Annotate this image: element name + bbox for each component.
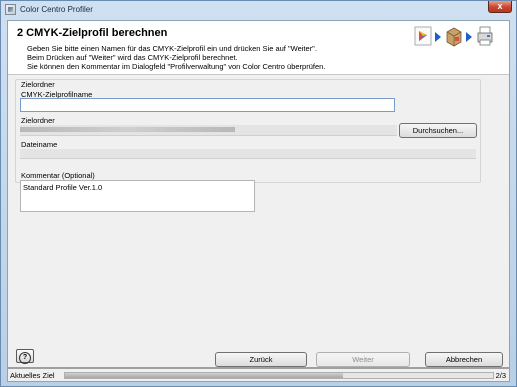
- box-icon: [446, 27, 462, 47]
- main-window: Color Centro Profiler x 2 CMYK-Zielprofi…: [0, 0, 517, 387]
- close-button[interactable]: x: [488, 1, 512, 13]
- filename-label: Dateiname: [21, 140, 58, 149]
- help-icon: ?: [19, 352, 31, 364]
- workflow-icons: [413, 24, 503, 50]
- progress-bar: [64, 372, 494, 379]
- instruction-line: Beim Drücken auf "Weiter" wird das CMYK-…: [27, 53, 238, 62]
- arrow-icon: [435, 32, 441, 42]
- printer-icon: [477, 26, 493, 46]
- step-title: 2 CMYK-Zielprofil berechnen: [17, 27, 168, 39]
- instruction-line: Geben Sie bitte einen Namen für das CMYK…: [27, 44, 317, 53]
- status-label: Aktuelles Ziel: [10, 371, 55, 380]
- folder-path-field: [20, 125, 397, 136]
- color-wheel-icon: [414, 26, 432, 46]
- next-button[interactable]: Weiter: [316, 352, 410, 367]
- group-label: Zielordner: [21, 80, 55, 89]
- instruction-line: Sie können den Kommentar im Dialogfeld "…: [27, 62, 326, 71]
- status-bar: Aktuelles Ziel 2/3: [7, 368, 510, 382]
- profile-name-input[interactable]: [20, 98, 395, 112]
- wizard-panel: 2 CMYK-Zielprofil berechnen Geben Sie bi…: [7, 20, 510, 368]
- back-button[interactable]: Zurück: [215, 352, 307, 367]
- arrow-icon: [466, 32, 472, 42]
- cancel-button[interactable]: Abbrechen: [425, 352, 503, 367]
- folder-path-redacted: [20, 127, 235, 132]
- app-icon: [5, 4, 16, 15]
- folder-label: Zielordner: [21, 116, 55, 125]
- instructions: Geben Sie bitte einen Namen für das CMYK…: [27, 44, 325, 71]
- comment-label: Kommentar (Optional): [21, 171, 95, 180]
- title-bar[interactable]: Color Centro Profiler x: [1, 1, 516, 19]
- window-title: Color Centro Profiler: [20, 5, 93, 14]
- browse-button[interactable]: Durchsuchen...: [399, 123, 477, 138]
- page-indicator: 2/3: [495, 371, 506, 380]
- progress-fill: [65, 373, 344, 378]
- filename-field: [20, 149, 476, 159]
- comment-textarea[interactable]: Standard Profile Ver.1.0: [20, 180, 255, 212]
- help-button[interactable]: ?: [16, 349, 34, 364]
- wizard-header: 2 CMYK-Zielprofil berechnen Geben Sie bi…: [8, 21, 509, 75]
